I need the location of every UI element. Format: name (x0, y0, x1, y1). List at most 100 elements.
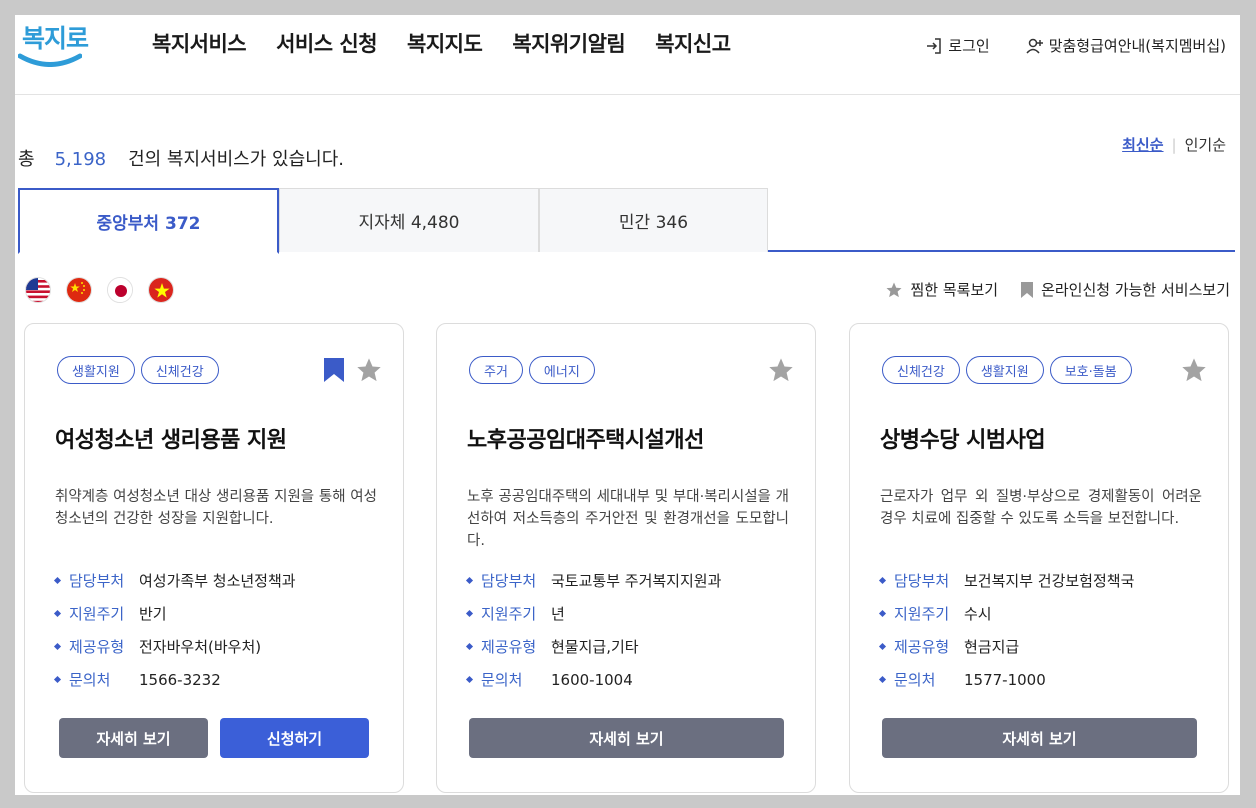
tag[interactable]: 주거 (469, 356, 523, 384)
count-number: 5,198 (54, 149, 107, 170)
info-label: 제공유형 (894, 638, 950, 656)
card-tags: 생활지원 신체건강 (57, 356, 219, 384)
service-card: 생활지원 신체건강 여성청소년 생리용품 지원 취약계층 여성청소년 대상 생리… (24, 323, 404, 793)
card-title[interactable]: 여성청소년 생리용품 지원 (55, 422, 287, 454)
tag[interactable]: 에너지 (528, 356, 595, 384)
card-actions (1180, 356, 1208, 384)
info-label: 담당부처 (481, 572, 537, 590)
online-apply-toggle[interactable]: 온라인신청 가능한 서비스보기 (1020, 279, 1230, 300)
star-icon[interactable] (355, 356, 383, 384)
language-selector (25, 277, 174, 303)
info-value: 1577-1000 (964, 670, 1046, 689)
info-label: 문의처 (69, 671, 111, 689)
bullet-icon (465, 675, 474, 684)
info-row: 지원주기 반기 (53, 597, 296, 630)
info-row: 제공유형 현물지급,기타 (465, 630, 721, 663)
detail-button[interactable]: 자세히 보기 (882, 718, 1197, 758)
nav-welfare-report[interactable]: 복지신고 (655, 28, 731, 58)
tab-central[interactable]: 중앙부처 372 (18, 188, 279, 254)
bullet-icon (878, 609, 887, 618)
bullet-icon (465, 642, 474, 651)
info-row: 담당부처 국토교통부 주거복지지원과 (465, 564, 721, 597)
info-row: 문의처 1566-3232 (53, 663, 296, 696)
card-description: 근로자가 업무 외 질병·부상으로 경제활동이 어려운 경우 치료에 집중할 수… (880, 489, 1202, 527)
tag[interactable]: 보호·돌봄 (1049, 356, 1132, 384)
nav-welfare-map[interactable]: 복지지도 (407, 28, 483, 58)
vietnam-flag-icon[interactable] (148, 277, 174, 303)
info-value: 반기 (139, 605, 167, 623)
tag[interactable]: 신체건강 (140, 356, 219, 384)
bookmark-icon (1021, 281, 1034, 298)
card-title[interactable]: 상병수당 시범사업 (880, 422, 1046, 454)
membership-link[interactable]: 맞춤형급여안내(복지멤버십) (1026, 35, 1226, 56)
tag[interactable]: 생활지원 (57, 356, 135, 384)
nav-welfare-service[interactable]: 복지서비스 (152, 28, 247, 58)
tab-private[interactable]: 민간 346 (539, 188, 768, 252)
info-label: 지원주기 (481, 605, 537, 623)
tab-local[interactable]: 지자체 4,480 (279, 188, 539, 252)
tag[interactable]: 신체건강 (882, 356, 960, 384)
login-link[interactable]: 로그인 (925, 35, 990, 56)
view-options: 찜한 목록보기 온라인신청 가능한 서비스보기 (885, 279, 1230, 300)
logo-smile-icon (18, 53, 82, 67)
sort-latest[interactable]: 최신순 (1122, 134, 1163, 155)
logo-text: 복지로 (22, 24, 89, 53)
bullet-icon (465, 609, 474, 618)
membership-label: 맞춤형급여안내(복지멤버십) (1048, 37, 1226, 55)
bullet-icon (465, 576, 474, 585)
nav-service-apply[interactable]: 서비스 신청 (276, 28, 377, 58)
bookmark-filled-icon[interactable] (323, 357, 345, 383)
info-row: 제공유형 현금지급 (878, 630, 1134, 663)
info-row: 제공유형 전자바우처(바우처) (53, 630, 296, 663)
info-value: 1566-3232 (139, 670, 221, 689)
result-count: 총 5,198 건의 복지서비스가 있습니다. (18, 145, 344, 171)
detail-button[interactable]: 자세히 보기 (59, 718, 208, 758)
star-icon[interactable] (1180, 356, 1208, 384)
login-label: 로그인 (948, 37, 990, 55)
apply-button[interactable]: 신청하기 (220, 718, 369, 758)
bullet-icon (53, 609, 62, 618)
favorites-list-toggle[interactable]: 찜한 목록보기 (885, 279, 998, 300)
us-flag-icon[interactable] (25, 277, 51, 303)
info-value: 1600-1004 (551, 670, 633, 689)
info-label: 지원주기 (894, 605, 950, 623)
sort-options: 최신순 | 인기순 (1122, 134, 1226, 155)
main-nav: 복지서비스 서비스 신청 복지지도 복지위기알림 복지신고 (152, 28, 731, 58)
info-label: 제공유형 (69, 638, 125, 656)
bullet-icon (878, 642, 887, 651)
logo[interactable]: 복지로 (18, 19, 89, 69)
japan-flag-icon[interactable] (107, 277, 133, 303)
info-value: 보건복지부 건강보험정책국 (964, 572, 1135, 590)
info-value: 수시 (964, 605, 992, 623)
card-tags: 신체건강 생활지원 보호·돌봄 (882, 356, 1132, 384)
info-row: 담당부처 보건복지부 건강보험정책국 (878, 564, 1135, 597)
favorites-list-label: 찜한 목록보기 (910, 281, 999, 299)
card-title[interactable]: 노후공공임대주택시설개선 (467, 422, 704, 454)
info-row: 문의처 1577-1000 (878, 663, 1134, 696)
bullet-icon (53, 642, 62, 651)
card-info: 담당부처 여성가족부 청소년정책과 지원주기 반기 제공유형 전자바우처(바우처) 문… (53, 564, 296, 696)
info-value: 현물지급,기타 (551, 638, 639, 656)
login-icon (927, 37, 942, 54)
info-row: 지원주기 년 (465, 597, 721, 630)
info-value: 년 (551, 605, 565, 623)
detail-button[interactable]: 자세히 보기 (469, 718, 784, 758)
card-actions (323, 356, 383, 384)
count-prefix: 총 (18, 149, 35, 170)
info-label: 문의처 (894, 671, 936, 689)
china-flag-icon[interactable] (66, 277, 92, 303)
info-row: 문의처 1600-1004 (465, 663, 721, 696)
info-label: 문의처 (481, 671, 523, 689)
sort-popular[interactable]: 인기순 (1185, 134, 1226, 155)
nav-crisis-alert[interactable]: 복지위기알림 (512, 28, 625, 58)
info-value: 현금지급 (964, 638, 1020, 656)
category-tabs: 중앙부처 372 지자체 4,480 민간 346 (18, 188, 1235, 254)
star-icon[interactable] (767, 356, 795, 384)
info-label: 제공유형 (481, 638, 537, 656)
star-icon (886, 282, 902, 297)
online-apply-label: 온라인신청 가능한 서비스보기 (1041, 281, 1230, 299)
tag[interactable]: 생활지원 (965, 356, 1044, 384)
bullet-icon (878, 576, 887, 585)
info-row: 담당부처 여성가족부 청소년정책과 (53, 564, 296, 597)
sort-divider: | (1171, 135, 1177, 154)
